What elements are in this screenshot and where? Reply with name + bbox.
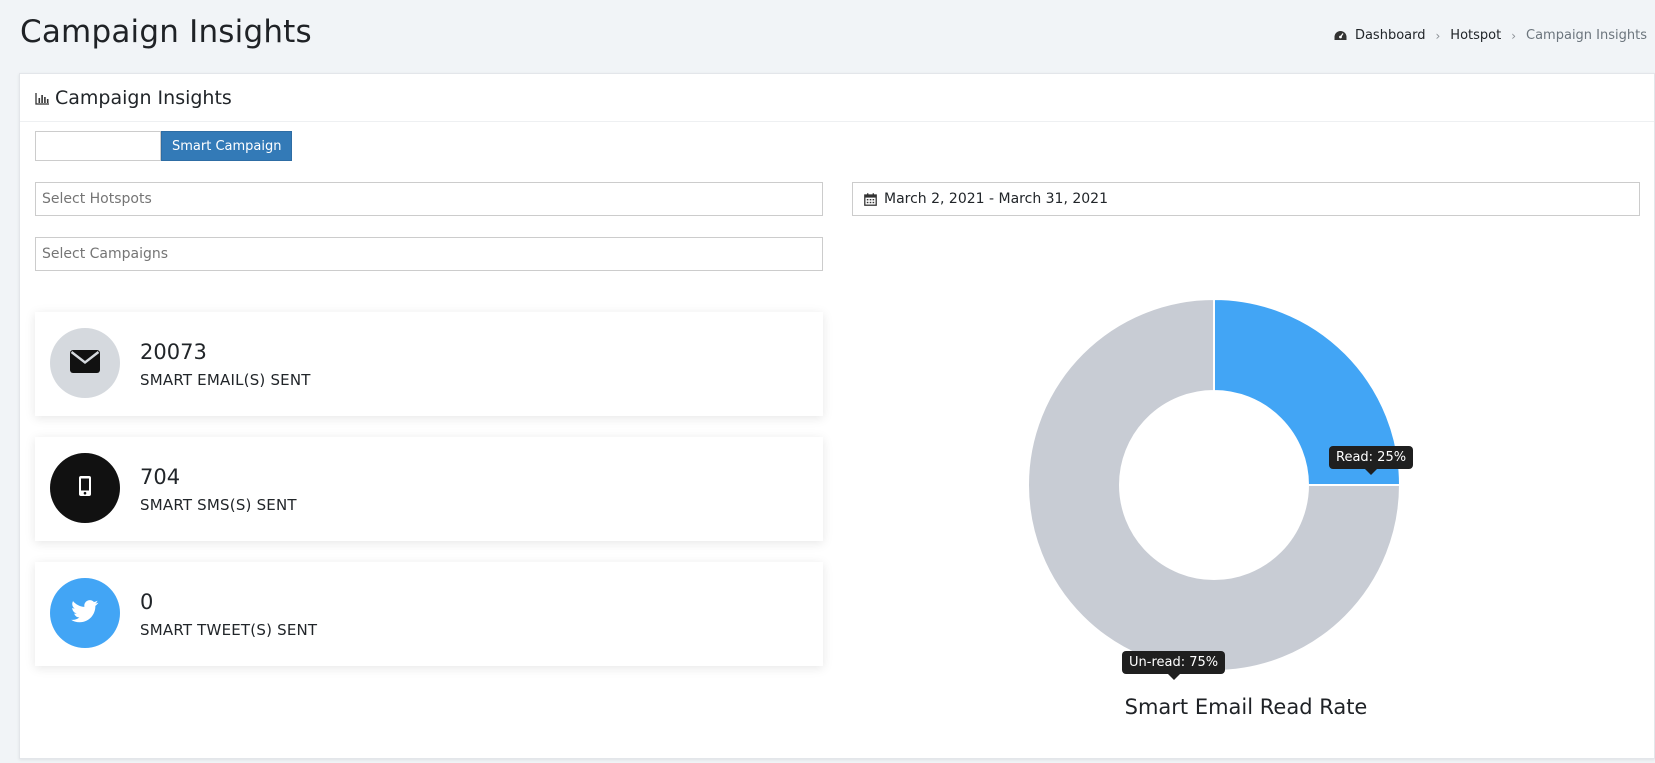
select-hotspots[interactable]: Select Hotspots xyxy=(35,182,823,216)
stat-box-tweet: 0 SMART TWEET(S) SENT xyxy=(35,562,823,666)
tooltip-unread: Un-read: 75% xyxy=(1122,651,1226,680)
stat-value: 20073 xyxy=(140,340,207,364)
stat-label: SMART TWEET(S) SENT xyxy=(140,621,318,639)
page-title: Campaign Insights xyxy=(20,14,312,50)
breadcrumb-dashboard[interactable]: Dashboard xyxy=(1355,28,1426,43)
breadcrumb-hotspot[interactable]: Hotspot xyxy=(1450,28,1501,43)
twitter-icon xyxy=(71,599,99,627)
stat-icon-circle xyxy=(50,328,120,398)
stat-icon-circle xyxy=(50,578,120,648)
stat-box-email: 20073 SMART EMAIL(S) SENT xyxy=(35,312,823,416)
chart-title: Smart Email Read Rate xyxy=(1124,695,1368,719)
stat-label: SMART SMS(S) SENT xyxy=(140,496,297,514)
insights-card: Campaign Insights Smart Campaign Select … xyxy=(19,73,1655,759)
stat-box-sms: 704 SMART SMS(S) SENT xyxy=(35,437,823,541)
chevron-right-icon: › xyxy=(1511,28,1517,43)
tooltip-read: Read: 25% xyxy=(1329,446,1414,475)
breadcrumb: Dashboard › Hotspot › Campaign Insights xyxy=(1334,28,1647,43)
tab-smart-campaign[interactable]: Smart Campaign xyxy=(161,131,293,161)
card-header: Campaign Insights xyxy=(20,74,1654,122)
donut-chart-svg xyxy=(1027,297,1402,672)
dashboard-icon xyxy=(1334,30,1347,41)
breadcrumb-current: Campaign Insights xyxy=(1526,28,1647,43)
bar-chart-icon xyxy=(35,92,50,105)
envelope-icon xyxy=(70,349,100,377)
tab-blank[interactable] xyxy=(35,131,161,161)
date-range-value: March 2, 2021 - March 31, 2021 xyxy=(884,191,1108,207)
stat-icon-circle xyxy=(50,453,120,523)
mobile-icon xyxy=(79,476,91,500)
stat-value: 0 xyxy=(140,590,154,614)
card-title: Campaign Insights xyxy=(55,86,232,109)
chevron-right-icon: › xyxy=(1435,28,1441,43)
stat-label: SMART EMAIL(S) SENT xyxy=(140,371,311,389)
date-range-picker[interactable]: March 2, 2021 - March 31, 2021 xyxy=(852,182,1640,216)
email-read-rate-chart: Read: 25% Un-read: 75% Smart Email Read … xyxy=(852,294,1640,760)
stat-value: 704 xyxy=(140,465,181,489)
campaign-type-tabs: Smart Campaign xyxy=(35,131,293,161)
calendar-icon xyxy=(864,192,877,206)
select-campaigns[interactable]: Select Campaigns xyxy=(35,237,823,271)
